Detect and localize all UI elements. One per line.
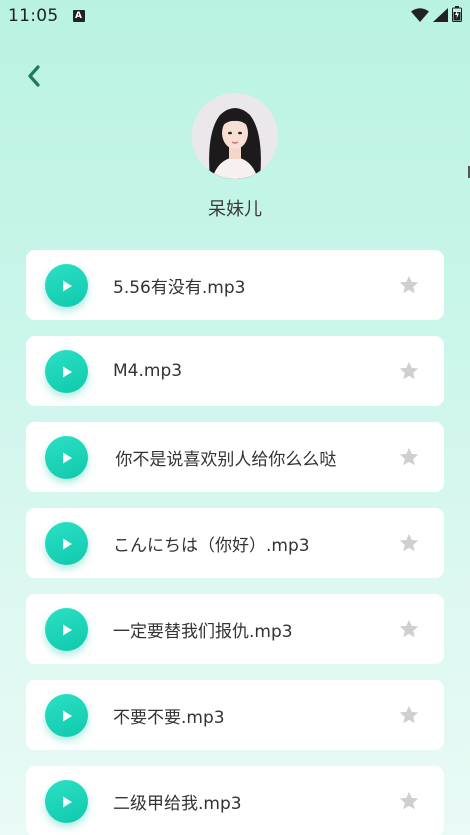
play-button[interactable] [45, 350, 88, 393]
track-title: 不要不要.mp3 [113, 707, 225, 728]
notification-icon: A [72, 10, 85, 22]
status-time: 11:05 [8, 6, 59, 26]
list-item[interactable]: 一定要替我们报仇.mp3 [26, 594, 444, 664]
play-icon [62, 280, 72, 291]
star-icon[interactable] [398, 274, 420, 296]
avatar-image [192, 93, 278, 179]
list-item[interactable]: M4.mp3 [26, 336, 444, 406]
star-icon[interactable] [398, 446, 420, 468]
play-icon [62, 710, 72, 721]
list-item[interactable]: 吗 你不是说喜欢别人给你么么哒 [26, 422, 444, 492]
profile-header: 呆妹儿 [0, 93, 470, 221]
play-icon [62, 796, 72, 807]
track-title: 5.56有没有.mp3 [113, 277, 246, 298]
star-icon[interactable] [398, 704, 420, 726]
avatar[interactable] [192, 93, 278, 179]
track-title: 一定要替我们报仇.mp3 [113, 621, 293, 642]
audio-list: 5.56有没有.mp3 M4.mp3 吗 你不是说喜欢别人给你么么哒 こんにちは… [26, 250, 444, 835]
list-item[interactable]: こんにちは（你好）.mp3 [26, 508, 444, 578]
list-item[interactable]: 不要不要.mp3 [26, 680, 444, 750]
star-icon[interactable] [398, 790, 420, 812]
track-title: 二级甲给我.mp3 [113, 793, 242, 814]
list-item[interactable]: 5.56有没有.mp3 [26, 250, 444, 320]
list-item[interactable]: 二级甲给我.mp3 [26, 766, 444, 835]
track-title: M4.mp3 [113, 361, 183, 381]
play-button[interactable] [45, 264, 88, 307]
battery-icon [452, 6, 462, 26]
star-icon[interactable] [398, 618, 420, 640]
track-title: こんにちは（你好）.mp3 [113, 535, 310, 556]
status-bar: 11:05 A [0, 0, 470, 32]
play-button[interactable] [45, 608, 88, 651]
star-icon[interactable] [398, 360, 420, 382]
signal-icon [433, 7, 448, 26]
status-icons [411, 6, 462, 26]
track-title: 吗 你不是说喜欢别人给你么么哒 [113, 422, 369, 492]
wifi-icon [411, 7, 429, 26]
play-icon [62, 452, 72, 463]
track-title-text: 吗 你不是说喜欢别人给你么么哒 [113, 449, 337, 470]
play-icon [62, 538, 72, 549]
chevron-left-icon [28, 65, 40, 87]
play-button[interactable] [45, 436, 88, 479]
play-button[interactable] [45, 780, 88, 823]
play-icon [62, 624, 72, 635]
play-button[interactable] [45, 522, 88, 565]
play-icon [62, 366, 72, 377]
profile-name: 呆妹儿 [208, 199, 262, 220]
star-icon[interactable] [398, 532, 420, 554]
play-button[interactable] [45, 694, 88, 737]
back-button[interactable] [20, 62, 48, 90]
